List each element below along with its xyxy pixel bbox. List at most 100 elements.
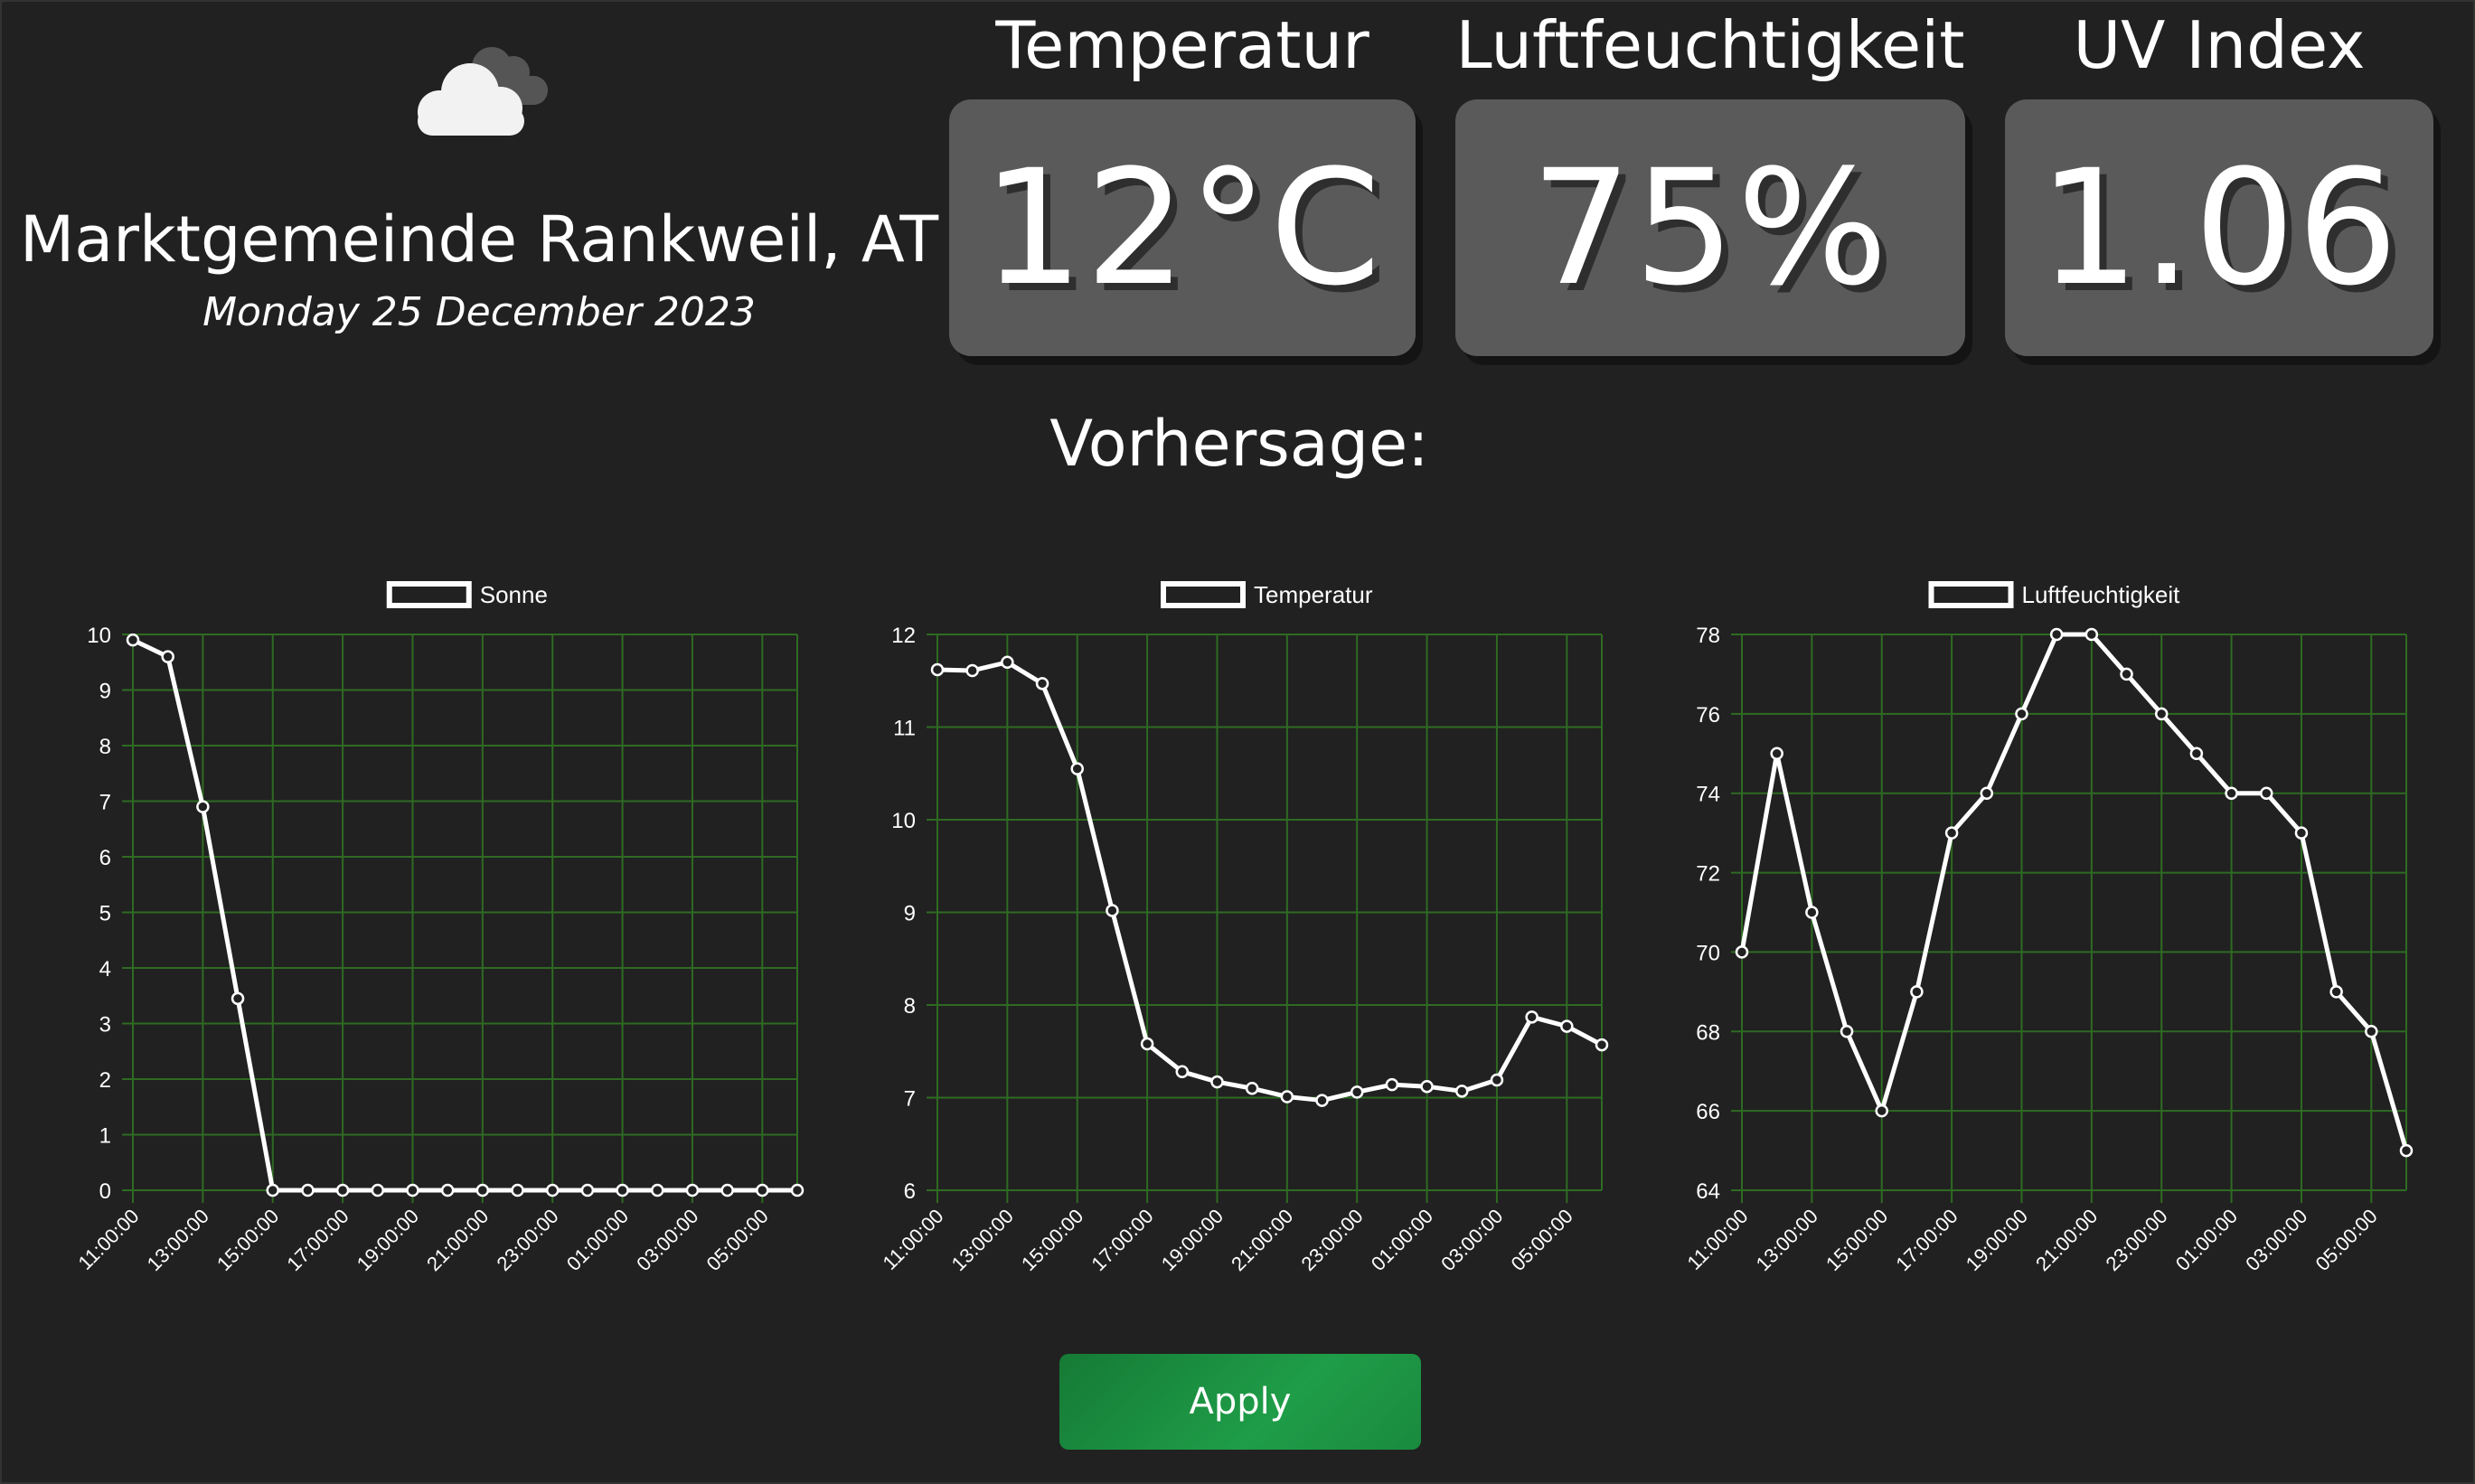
y-tick-label: 68 bbox=[1696, 1020, 1720, 1045]
y-tick-label: 12 bbox=[891, 624, 916, 648]
uv-index-title: UV Index bbox=[2073, 7, 2366, 83]
y-tick-label: 7 bbox=[99, 791, 111, 815]
x-tick-label: 13:00:00 bbox=[947, 1205, 1018, 1275]
data-point bbox=[2015, 707, 2028, 721]
legend-label: Temperatur bbox=[1254, 581, 1373, 608]
y-tick-label: 10 bbox=[87, 624, 111, 648]
data-point bbox=[196, 800, 210, 813]
data-point bbox=[2189, 747, 2204, 761]
x-tick-label: 17:00:00 bbox=[282, 1205, 353, 1275]
data-point bbox=[1910, 985, 1924, 999]
data-point bbox=[1735, 945, 1749, 959]
weather-dashboard: Marktgemeinde Rankweil, AT Monday 25 Dec… bbox=[0, 0, 2475, 1484]
data-point bbox=[1315, 1094, 1329, 1107]
data-point bbox=[1875, 1104, 1888, 1118]
data-point bbox=[301, 1183, 315, 1198]
data-point bbox=[2120, 667, 2133, 681]
x-tick-label: 19:00:00 bbox=[353, 1205, 423, 1275]
data-point bbox=[1350, 1085, 1364, 1099]
y-tick-label: 10 bbox=[891, 809, 916, 833]
data-point bbox=[790, 1183, 805, 1198]
data-point bbox=[1070, 762, 1084, 775]
data-point bbox=[440, 1183, 455, 1198]
data-point bbox=[371, 1183, 385, 1198]
x-tick-label: 11:00:00 bbox=[73, 1205, 143, 1274]
data-point bbox=[1175, 1065, 1190, 1079]
x-tick-label: 03:00:00 bbox=[1436, 1205, 1507, 1275]
x-tick-label: 05:00:00 bbox=[2311, 1205, 2382, 1275]
data-point bbox=[1385, 1077, 1399, 1092]
temperature-value: 12°C bbox=[982, 135, 1383, 321]
x-tick-label: 13:00:00 bbox=[143, 1205, 213, 1275]
data-point bbox=[2365, 1025, 2378, 1038]
x-tick-label: 21:00:00 bbox=[422, 1205, 493, 1275]
y-tick-label: 0 bbox=[99, 1179, 111, 1204]
legend-swatch bbox=[386, 581, 472, 608]
chart-legend: Sonne bbox=[386, 581, 548, 608]
data-point bbox=[2399, 1143, 2414, 1158]
temperature-title: Temperatur bbox=[995, 7, 1369, 83]
x-tick-label: 15:00:00 bbox=[1821, 1205, 1892, 1275]
data-point bbox=[720, 1183, 734, 1198]
y-tick-label: 66 bbox=[1696, 1100, 1720, 1124]
data-point bbox=[126, 633, 140, 647]
data-point bbox=[580, 1183, 595, 1198]
data-point bbox=[266, 1183, 279, 1198]
current-date: Monday 25 December 2023 bbox=[202, 289, 756, 335]
x-tick-label: 23:00:00 bbox=[2102, 1205, 2172, 1275]
data-point bbox=[1455, 1085, 1469, 1098]
uv-index-value: 1.06 bbox=[2038, 135, 2400, 321]
data-point bbox=[1140, 1037, 1154, 1051]
apply-button[interactable]: Apply bbox=[1059, 1354, 1421, 1450]
data-point bbox=[2294, 826, 2309, 840]
x-tick-label: 17:00:00 bbox=[1891, 1205, 1962, 1275]
data-point bbox=[545, 1183, 560, 1198]
x-tick-label: 21:00:00 bbox=[1227, 1205, 1297, 1275]
x-tick-label: 03:00:00 bbox=[632, 1205, 702, 1275]
data-point bbox=[2225, 786, 2238, 800]
data-point bbox=[335, 1183, 350, 1198]
y-tick-label: 8 bbox=[904, 994, 916, 1019]
legend-label: Luftfeuchtigkeit bbox=[2022, 581, 2181, 608]
x-tick-label: 01:00:00 bbox=[562, 1205, 633, 1275]
x-tick-label: 11:00:00 bbox=[878, 1205, 947, 1274]
data-point bbox=[2260, 786, 2273, 800]
x-tick-label: 21:00:00 bbox=[2031, 1205, 2102, 1275]
y-tick-label: 1 bbox=[99, 1124, 111, 1149]
y-tick-label: 5 bbox=[99, 902, 111, 926]
data-point bbox=[1420, 1079, 1434, 1094]
data-point bbox=[756, 1183, 769, 1198]
data-point bbox=[406, 1183, 419, 1198]
y-tick-label: 8 bbox=[99, 735, 111, 759]
y-tick-label: 7 bbox=[904, 1087, 916, 1112]
data-point bbox=[1770, 747, 1783, 761]
x-tick-label: 15:00:00 bbox=[212, 1205, 283, 1275]
sun-chart: Sonne 0 1 2 3 4 5 6 7 8 9 10 11:00:00 13:00:00 15:00:0… bbox=[73, 581, 805, 1275]
data-point bbox=[1210, 1075, 1224, 1089]
x-tick-label: 01:00:00 bbox=[2171, 1205, 2242, 1275]
chart-legend: Luftfeuchtigkeit bbox=[1928, 581, 2181, 608]
legend-swatch bbox=[1161, 581, 1246, 608]
data-point bbox=[965, 663, 979, 678]
temperature-chart: Temperatur 6 7 8 9 10 11 12 11:00:00 13:00:00 15:0… bbox=[878, 581, 1609, 1275]
x-tick-label: 03:00:00 bbox=[2241, 1205, 2311, 1275]
y-tick-label: 64 bbox=[1696, 1179, 1720, 1204]
x-tick-label: 13:00:00 bbox=[1752, 1205, 1822, 1275]
data-point bbox=[2049, 627, 2064, 642]
y-tick-label: 2 bbox=[99, 1068, 111, 1093]
y-tick-label: 70 bbox=[1696, 941, 1720, 965]
uv-index-card: 1.06 bbox=[2005, 99, 2433, 356]
data-point bbox=[1560, 1019, 1574, 1033]
series-line bbox=[1739, 632, 2409, 1151]
data-point bbox=[161, 650, 174, 663]
y-tick-label: 78 bbox=[1696, 624, 1720, 648]
y-tick-label: 9 bbox=[99, 680, 111, 704]
data-point bbox=[2154, 707, 2169, 721]
data-point bbox=[475, 1183, 490, 1198]
data-point bbox=[1001, 655, 1014, 669]
data-point bbox=[2084, 627, 2099, 642]
x-tick-label: 17:00:00 bbox=[1087, 1205, 1157, 1275]
humidity-card: 75% bbox=[1455, 99, 1965, 356]
y-tick-label: 6 bbox=[99, 846, 111, 870]
data-point bbox=[930, 662, 945, 677]
